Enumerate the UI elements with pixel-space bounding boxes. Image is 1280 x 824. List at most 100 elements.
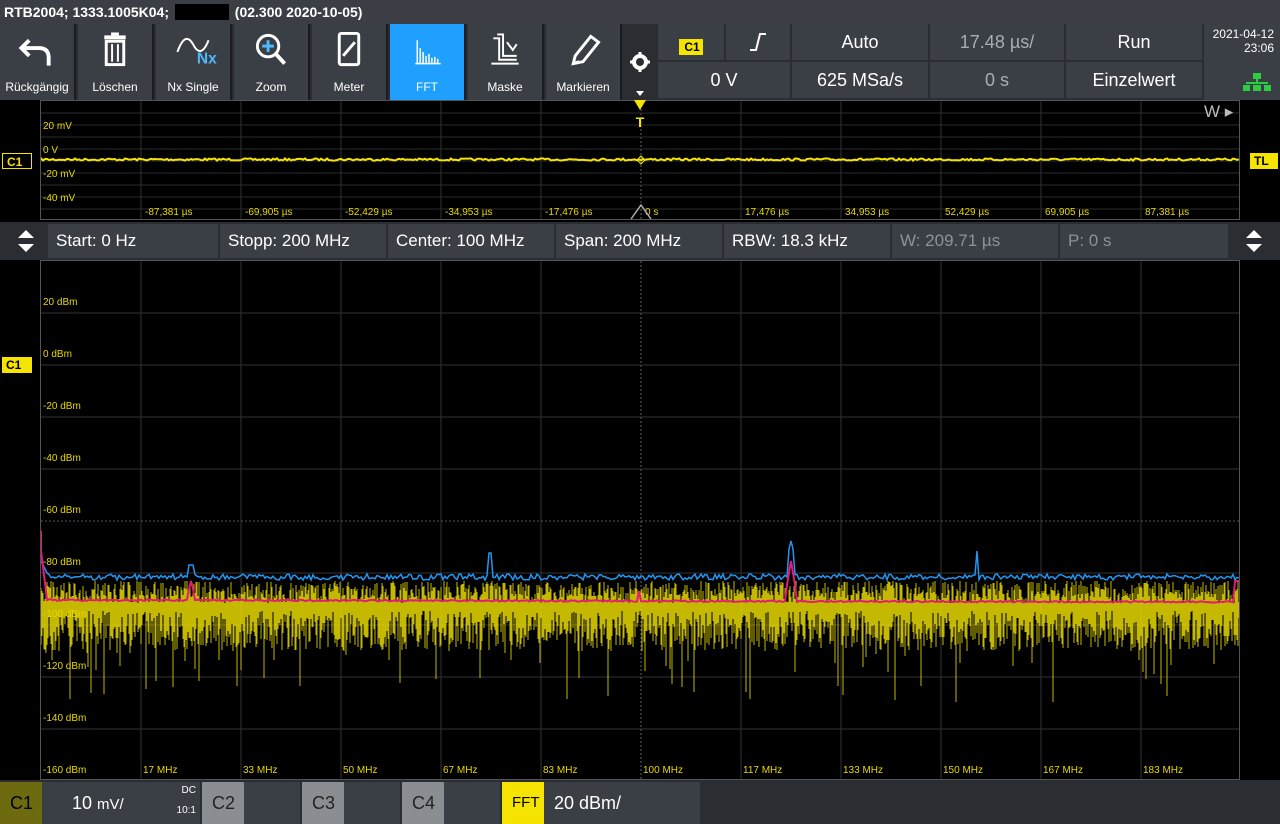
zoom-icon <box>255 33 287 65</box>
fft-y-label: -140 dBm <box>43 713 86 724</box>
channel-bar: C1 10 mV/ DC 10:1 C2 C3 C4 FFT 20 dBm/ <box>0 780 1280 824</box>
fft-span[interactable]: Span: 200 MHz <box>556 224 722 258</box>
mask-button[interactable]: Maske <box>468 24 544 100</box>
time-channel-marker[interactable]: C1 <box>2 153 32 169</box>
time-x-label: 87,381 µs <box>1145 207 1189 218</box>
fft-y-label: -160 dBm <box>43 765 86 776</box>
fft-x-label: 50 MHz <box>343 765 377 776</box>
time-y-label: -20 mV <box>43 169 76 180</box>
fft-start[interactable]: Start: 0 Hz <box>48 224 218 258</box>
scroll-updown-right[interactable] <box>1234 224 1274 258</box>
mask-icon <box>491 33 519 65</box>
fft-y-label: -40 dBm <box>43 453 81 464</box>
ch1-probe: 10:1 <box>176 805 196 816</box>
fft-x-label: 167 MHz <box>1043 765 1083 776</box>
time-x-label: 69,905 µs <box>1045 207 1089 218</box>
fft-x-label: 33 MHz <box>243 765 277 776</box>
toolbar: Rückgängig Löschen Nx Nx Single Zoom Met… <box>0 24 1280 100</box>
fft-button[interactable]: FFT <box>390 24 466 100</box>
fft-graph: 20 dBm 0 dBm -20 dBm -40 dBm -60 dBm -80 dBm -… <box>40 261 1240 779</box>
ch2-tab[interactable]: C2 <box>202 782 244 824</box>
ch3-scale[interactable] <box>344 782 400 824</box>
datetime: 2021-04-12 23:06 <box>1204 24 1280 100</box>
fft-panel[interactable]: 20 dBm 0 dBm -20 dBm -40 dBm -60 dBm -80 dBm -… <box>40 260 1240 780</box>
time-x-label: -69,905 µs <box>245 207 292 218</box>
ch1-scale[interactable]: 10 mV/ DC 10:1 <box>42 782 200 824</box>
fft-stop[interactable]: Stopp: 200 MHz <box>220 224 386 258</box>
fft-rbw[interactable]: RBW: 18.3 kHz <box>724 224 890 258</box>
trigger-source: C1 <box>679 39 703 55</box>
time: 23:06 <box>1243 41 1274 55</box>
device-id: RTB2004; 1333.1005K04; <box>4 4 169 20</box>
fft-x-label: 67 MHz <box>443 765 477 776</box>
fft-window[interactable]: W: 209.71 µs <box>892 224 1058 258</box>
nx-single-button[interactable]: Nx Nx Single <box>156 24 232 100</box>
trigger-arrow-icon <box>634 100 646 110</box>
time-x-label: -34,953 µs <box>445 207 492 218</box>
acquisition-mode[interactable]: Einzelwert <box>1066 62 1202 98</box>
horizontal-offset[interactable]: 0 s <box>930 62 1064 98</box>
fft-position[interactable]: P: 0 s <box>1060 224 1228 258</box>
fft-y-label: -120 dBm <box>43 661 86 672</box>
fft-info-bar: Start: 0 Hz Stopp: 200 MHz Center: 100 M… <box>0 222 1280 260</box>
settings-button[interactable] <box>624 24 656 100</box>
fft-channel-marker[interactable]: C1 <box>2 357 32 373</box>
time-x-label: 17,476 µs <box>745 207 789 218</box>
trigger-slope-cell[interactable] <box>726 24 790 60</box>
fft-average-trace <box>40 531 1239 604</box>
marker-button[interactable]: Markieren <box>546 24 622 100</box>
meter-button[interactable]: Meter <box>312 24 388 100</box>
fft-icon <box>415 40 441 65</box>
zoom-button[interactable]: Zoom <box>234 24 310 100</box>
trigger-position-marker[interactable]: T <box>634 114 646 130</box>
ch2-scale[interactable] <box>244 782 300 824</box>
fft-scale[interactable]: 20 dBm/ <box>544 782 700 824</box>
time-x-label: -17,476 µs <box>545 207 592 218</box>
fft-center[interactable]: Center: 100 MHz <box>388 224 554 258</box>
clear-button[interactable]: Löschen <box>78 24 154 100</box>
undo-button[interactable]: Rückgängig <box>0 24 76 100</box>
fft-y-label: 0 dBm <box>43 349 72 360</box>
trash-icon <box>104 32 126 67</box>
title-bar: RTB2004; 1333.1005K04; (02.300 2020-10-0… <box>0 0 1280 24</box>
fft-maxhold-trace <box>40 540 1240 583</box>
fft-x-label: 133 MHz <box>843 765 883 776</box>
nx-single-icon: Nx <box>176 37 217 68</box>
fft-x-label: 150 MHz <box>943 765 983 776</box>
time-x-label: -52,429 µs <box>345 207 392 218</box>
w-marker[interactable]: W ▸ <box>1204 102 1233 122</box>
time-x-label: 34,953 µs <box>845 207 889 218</box>
trigger-level-marker[interactable]: TL <box>1250 153 1278 169</box>
timebase[interactable]: 17.48 µs/ <box>930 24 1064 60</box>
ch1-tab[interactable]: C1 <box>0 782 42 824</box>
time-x-label: 52,429 µs <box>945 207 989 218</box>
trigger-mode[interactable]: Auto <box>792 24 928 60</box>
fft-tab[interactable]: FFT <box>502 782 544 824</box>
ch3-tab[interactable]: C3 <box>302 782 344 824</box>
redacted-serial <box>174 4 229 20</box>
fft-y-label: 20 dBm <box>43 297 77 308</box>
trigger-level[interactable]: 0 V <box>658 62 790 98</box>
run-status[interactable]: Run <box>1066 24 1202 60</box>
ch1-time-trace <box>40 155 1240 162</box>
date: 2021-04-12 <box>1212 27 1274 41</box>
fft-x-label: 100 MHz <box>643 765 683 776</box>
fft-x-label: 17 MHz <box>143 765 177 776</box>
fft-y-label: -20 dBm <box>43 401 81 412</box>
up-down-arrows-icon <box>1246 230 1262 252</box>
gear-icon <box>630 52 650 96</box>
svg-text:Nx: Nx <box>197 51 217 68</box>
up-down-arrows-icon <box>18 230 34 252</box>
trigger-source-cell[interactable]: C1 <box>658 24 724 60</box>
fft-x-label: 117 MHz <box>743 765 782 776</box>
ch4-scale[interactable] <box>444 782 500 824</box>
time-y-label: 0 V <box>43 145 58 156</box>
ch4-tab[interactable]: C4 <box>402 782 444 824</box>
time-y-label: 20 mV <box>43 121 72 132</box>
fft-x-label: 183 MHz <box>1143 765 1183 776</box>
fft-x-label: 83 MHz <box>543 765 577 776</box>
network-icon <box>1243 73 1271 91</box>
pencil-icon <box>571 34 601 66</box>
scroll-updown-left[interactable] <box>6 224 46 258</box>
rising-edge-icon <box>750 33 766 51</box>
